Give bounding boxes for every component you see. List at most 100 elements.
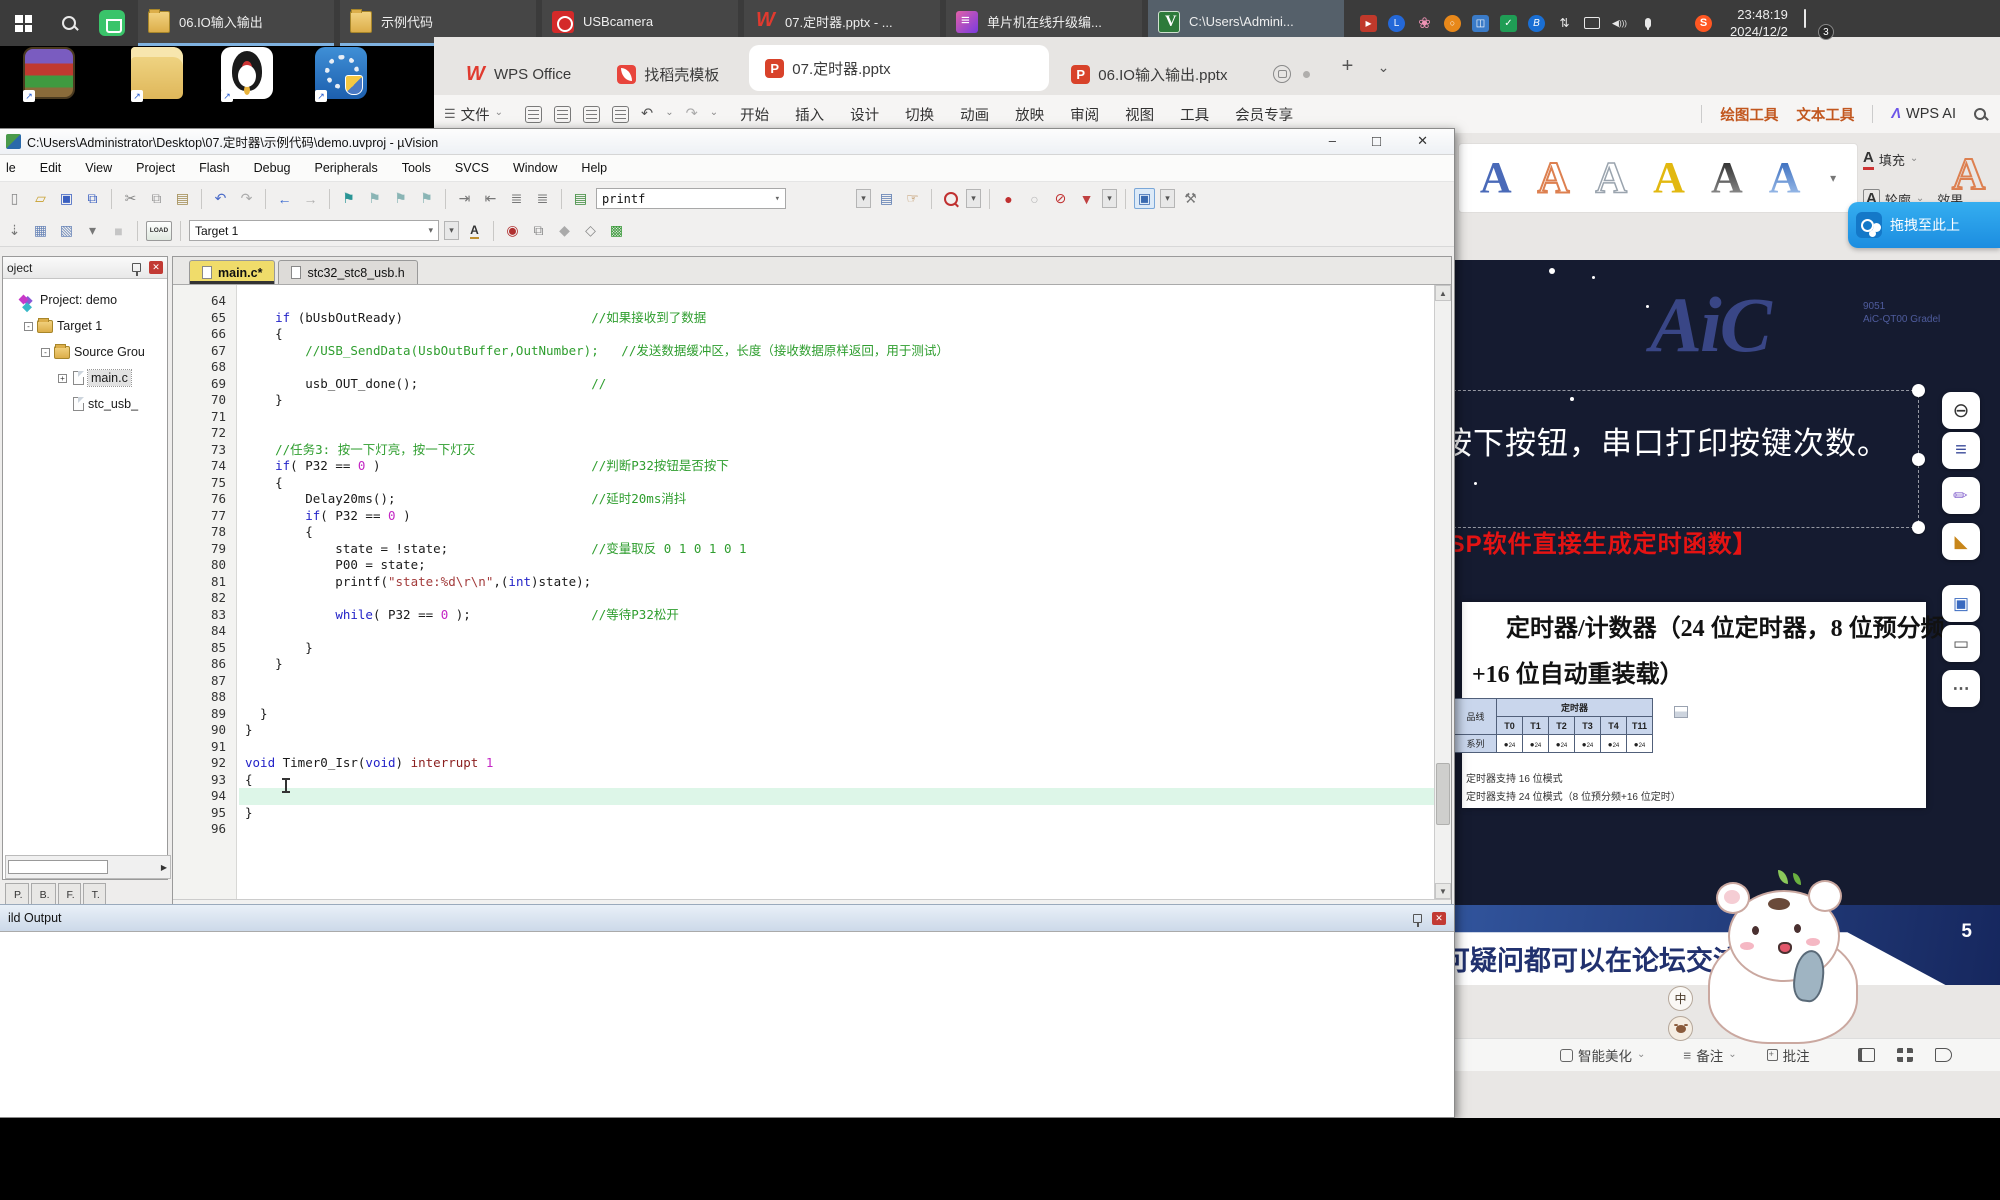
breakpoint-filter-icon[interactable]	[1076, 188, 1097, 209]
wps-ai-button[interactable]: WPS AI	[1891, 106, 1956, 122]
wordart-style-option[interactable]: A	[1769, 156, 1801, 200]
code-line[interactable]: }	[245, 805, 1434, 822]
tree-item[interactable]: - Target 1	[3, 313, 167, 339]
ribbon-tab[interactable]: 工具	[1180, 104, 1209, 125]
grep-icon[interactable]	[902, 188, 923, 209]
ribbon-tab[interactable]: 放映	[1015, 104, 1044, 125]
tab-list-button[interactable]	[1368, 55, 1398, 78]
find-combobox[interactable]: printf	[596, 188, 786, 209]
code-line[interactable]: if( P32 == 0 ) //判断P32按钮是否按下	[245, 458, 1434, 475]
breakpoint-disable-icon[interactable]	[1024, 188, 1045, 209]
tray-icon[interactable]	[1388, 15, 1405, 32]
slide-sorter-button[interactable]	[1897, 1048, 1913, 1062]
tray-icon[interactable]	[1416, 15, 1433, 32]
menu-item[interactable]: Tools	[402, 161, 431, 175]
notification-center-button[interactable]: 3	[1804, 10, 1830, 36]
menu-item[interactable]: Debug	[254, 161, 291, 175]
ribbon-tab[interactable]: 插入	[795, 104, 824, 125]
scroll-up-icon[interactable]	[1435, 285, 1451, 301]
maximize-button[interactable]	[1372, 133, 1381, 150]
wps-tab[interactable]: 找稻壳模板	[601, 53, 743, 95]
tray-icon[interactable]	[1695, 15, 1712, 32]
navigate-forward-icon[interactable]	[300, 188, 321, 209]
code-line[interactable]: usb_OUT_done(); //	[245, 376, 1434, 393]
menu-item[interactable]: le	[6, 161, 16, 175]
menu-item[interactable]: Edit	[40, 161, 62, 175]
new-file-icon[interactable]	[4, 188, 25, 209]
pack-installer-icon[interactable]	[606, 220, 627, 241]
code-line[interactable]: //USB_SendData(UsbOutBuffer,OutNumber); …	[245, 343, 1434, 360]
comments-button[interactable]: 批注	[1767, 1045, 1810, 1065]
window-layout-icon[interactable]	[1134, 188, 1155, 209]
tray-icon[interactable]	[1472, 15, 1489, 32]
ribbon-tab[interactable]: 审阅	[1070, 104, 1099, 125]
desktop-icon[interactable]	[20, 45, 78, 105]
code-line[interactable]	[245, 689, 1434, 706]
taskbar-button[interactable]: 06.IO输入输出	[138, 0, 334, 46]
build-output-content[interactable]	[0, 931, 1454, 1117]
selection-handle[interactable]	[1912, 453, 1925, 466]
code-line[interactable]: {	[245, 524, 1434, 541]
code-line[interactable]: {	[245, 475, 1434, 492]
select-device-icon[interactable]	[580, 220, 601, 241]
code-line[interactable]: //任务3: 按一下灯亮，按一下灯灭	[245, 442, 1434, 459]
reading-view-button[interactable]	[1935, 1048, 1952, 1062]
collapse-tool-button[interactable]	[1942, 392, 1980, 429]
menu-item[interactable]: Peripherals	[314, 161, 377, 175]
context-tool-tab[interactable]: 绘图工具	[1720, 104, 1778, 125]
dropdown-button[interactable]	[856, 189, 871, 208]
code-line[interactable]	[245, 293, 1434, 310]
tree-expander-icon[interactable]: +	[58, 374, 67, 383]
undo-dropdown-icon[interactable]	[665, 106, 673, 122]
code-line[interactable]: void Timer0_Isr(void) interrupt 1	[245, 755, 1434, 772]
code-line[interactable]: }	[245, 392, 1434, 409]
fill-tool-button[interactable]	[1942, 523, 1980, 560]
editor-tab[interactable]: stc32_stc8_usb.h	[278, 260, 417, 284]
build-output-bar[interactable]: ild Output	[0, 904, 1454, 931]
wordart-style-option[interactable]: A	[1480, 156, 1512, 200]
translate-icon[interactable]	[4, 220, 25, 241]
paste-icon[interactable]	[172, 188, 193, 209]
tray-icon[interactable]	[1500, 15, 1517, 32]
configuration-icon[interactable]	[1180, 188, 1201, 209]
code-line[interactable]: }	[245, 656, 1434, 673]
bp-dropdown[interactable]	[1102, 189, 1117, 208]
ribbon-tab[interactable]: 设计	[850, 104, 879, 125]
wordart-partial-style[interactable]: A	[1952, 147, 1985, 200]
code-line[interactable]	[245, 739, 1434, 756]
ribbon-tab[interactable]: 动画	[960, 104, 989, 125]
code-line[interactable]: while( P32 == 0 ); //等待P32松开	[245, 607, 1434, 624]
wordart-style-option[interactable]: A	[1711, 156, 1743, 200]
code-line[interactable]: if( P32 == 0 )	[245, 508, 1434, 525]
layout-dropdown[interactable]	[1160, 189, 1175, 208]
code-line[interactable]: {	[245, 326, 1434, 343]
taskbar-search-button[interactable]	[46, 0, 92, 46]
code-line[interactable]	[245, 821, 1434, 838]
bookmark-next-icon[interactable]	[390, 188, 411, 209]
save-all-icon[interactable]	[82, 188, 103, 209]
undo-icon[interactable]	[210, 188, 231, 209]
menu-item[interactable]: View	[85, 161, 112, 175]
tray-icon[interactable]	[1528, 15, 1545, 32]
comment-block-icon[interactable]	[506, 188, 527, 209]
editor-tab[interactable]: main.c*	[189, 260, 275, 284]
code-line[interactable]	[245, 623, 1434, 640]
tray-icon[interactable]	[1556, 15, 1573, 32]
code-line[interactable]: {	[245, 772, 1434, 789]
selection-handle[interactable]	[1912, 521, 1925, 534]
menu-item[interactable]: SVCS	[455, 161, 489, 175]
bookmark-toggle-icon[interactable]	[338, 188, 359, 209]
quick-search-icon[interactable]	[940, 188, 961, 209]
uvision-title-bar[interactable]: C:\Users\Administrator\Desktop\07.定时器\示例…	[0, 129, 1454, 155]
tree-item[interactable]: + main.c	[3, 365, 167, 391]
components-icon[interactable]	[528, 220, 549, 241]
start-button[interactable]	[0, 0, 46, 46]
gallery-more-icon[interactable]	[1830, 169, 1836, 187]
code-line[interactable]	[239, 788, 1434, 805]
layers-tool-button[interactable]	[1942, 432, 1980, 469]
code-line[interactable]	[245, 590, 1434, 607]
code-line[interactable]	[245, 409, 1434, 426]
debug-session-icon[interactable]	[502, 220, 523, 241]
new-tab-button[interactable]: +	[1332, 55, 1362, 78]
tray-icon[interactable]	[1639, 15, 1656, 32]
